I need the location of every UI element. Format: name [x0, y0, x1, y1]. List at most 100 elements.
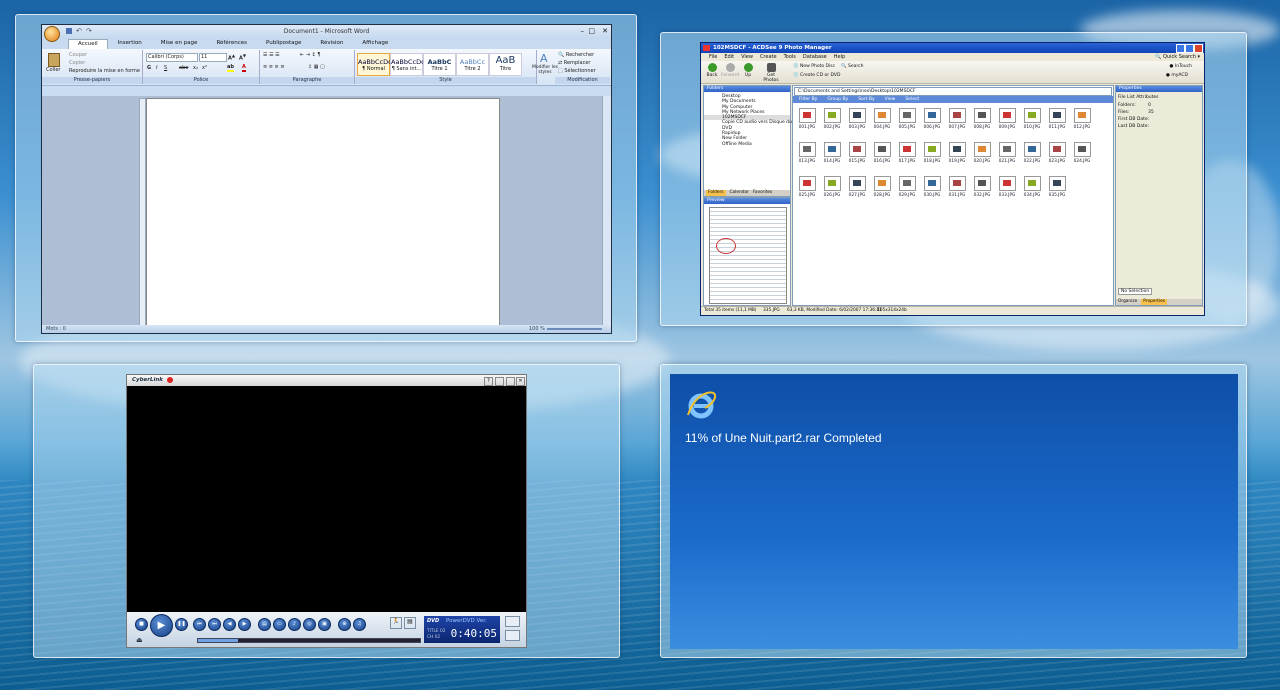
- maximize-button[interactable]: □: [588, 27, 595, 35]
- help-button[interactable]: ?: [484, 377, 493, 386]
- thumbnail-item[interactable]: 003.JPG: [847, 108, 867, 130]
- tab-publipostage[interactable]: Publipostage: [257, 39, 310, 49]
- zoom-slider[interactable]: [547, 328, 602, 330]
- thumbnail-item[interactable]: 019.JPG: [947, 142, 967, 164]
- get-photos-button[interactable]: Get Photos: [759, 63, 783, 83]
- thumbnail-item[interactable]: 026.JPG: [822, 176, 842, 198]
- zoom-level[interactable]: 100 %: [529, 326, 545, 332]
- tab-accueil[interactable]: Accueil: [68, 39, 108, 49]
- eject-icon[interactable]: ⏏: [136, 636, 143, 644]
- select-button[interactable]: ⬚ Sélectionner: [558, 68, 596, 74]
- create-cd-button[interactable]: 💿 Create CD or DVD: [793, 73, 840, 78]
- italic-button[interactable]: I: [156, 65, 157, 71]
- thumbnail-item[interactable]: 006.JPG: [922, 108, 942, 130]
- maximize-button[interactable]: [506, 377, 515, 386]
- no-selection-tab[interactable]: No Selection: [1118, 288, 1153, 295]
- forward-button[interactable]: Forward: [721, 63, 739, 78]
- replace-button[interactable]: ⇄ Remplacer: [558, 60, 591, 66]
- select-button[interactable]: Select: [905, 96, 919, 103]
- close-button[interactable]: ✕: [602, 27, 608, 35]
- pause-button[interactable]: ❚❚: [175, 618, 188, 631]
- maximize-button[interactable]: [1185, 44, 1194, 53]
- thumbnail-item[interactable]: 004.JPG: [872, 108, 892, 130]
- video-area[interactable]: [127, 386, 526, 612]
- menu-tools[interactable]: Tools: [784, 53, 796, 61]
- bullets-button[interactable]: ☰ ☰ ☰: [263, 52, 280, 58]
- font-size-select[interactable]: 11: [199, 53, 227, 62]
- minimize-button[interactable]: –: [581, 27, 585, 35]
- tab-mise-en-page[interactable]: Mise en page: [152, 39, 207, 49]
- word-window[interactable]: ↶ ↷ Document1 - Microsoft Word – □ ✕ Acc…: [41, 24, 612, 334]
- indent-buttons[interactable]: ⇤ ⇥ ↕ ¶: [300, 52, 321, 58]
- style-heading2[interactable]: AaBbCc Titre 2: [456, 53, 489, 76]
- subscript-button[interactable]: x₂: [193, 65, 198, 71]
- myacd-button[interactable]: ● myACD: [1166, 73, 1188, 78]
- thumbnail-item[interactable]: 035.JPG: [1047, 176, 1067, 198]
- audio-button[interactable]: ♪: [288, 618, 301, 631]
- thumbnail-item[interactable]: 030.JPG: [922, 176, 942, 198]
- acdsee-window[interactable]: 102MSDCF - ACDSee 9 Photo Manager File E…: [700, 42, 1205, 316]
- power-button[interactable]: [505, 630, 520, 641]
- highlight-button[interactable]: ab: [227, 64, 234, 72]
- superscript-button[interactable]: x²: [202, 65, 207, 71]
- next-button[interactable]: ⏭: [208, 618, 221, 631]
- close-button[interactable]: ✕: [516, 377, 525, 386]
- thumbnail-item[interactable]: 028.JPG: [872, 176, 892, 198]
- thumbnail-item[interactable]: 027.JPG: [847, 176, 867, 198]
- grow-font-button[interactable]: A▲: [228, 53, 235, 62]
- previous-button[interactable]: ⏮: [193, 618, 206, 631]
- intouch-button[interactable]: ● InTouch: [1170, 64, 1192, 69]
- thumbnail-item[interactable]: 033.JPG: [997, 176, 1017, 198]
- thumbnail-item[interactable]: 020.JPG: [972, 142, 992, 164]
- menu-database[interactable]: Database: [803, 53, 827, 61]
- rewind-button[interactable]: ◀: [223, 618, 236, 631]
- thumbnail-item[interactable]: 032.JPG: [972, 176, 992, 198]
- view-button[interactable]: View: [885, 96, 896, 103]
- menu-file[interactable]: File: [709, 53, 717, 61]
- thumbnail-item[interactable]: 023.JPG: [1047, 142, 1067, 164]
- thumbnail-item[interactable]: 007.JPG: [947, 108, 967, 130]
- volume-button[interactable]: ♫: [353, 618, 366, 631]
- ie-download-panel[interactable]: 11% of Une Nuit.part2.rar Completed: [670, 374, 1238, 649]
- font-color-button[interactable]: A: [242, 64, 246, 72]
- subtitle-button[interactable]: ▭: [273, 618, 286, 631]
- list-icon[interactable]: ▤: [404, 617, 416, 629]
- thumbnail-item[interactable]: 021.JPG: [997, 142, 1017, 164]
- capture-button[interactable]: ▣: [318, 618, 331, 631]
- thumbnail-item[interactable]: 002.JPG: [822, 108, 842, 130]
- tab-insertion[interactable]: Insertion: [109, 39, 151, 49]
- document-page[interactable]: [146, 98, 500, 327]
- cut-button[interactable]: Couper: [69, 52, 87, 58]
- thumbnail-item[interactable]: 005.JPG: [897, 108, 917, 130]
- thumbnail-item[interactable]: 009.JPG: [997, 108, 1017, 130]
- style-heading1[interactable]: AaBbC Titre 1: [423, 53, 456, 76]
- filter-by-button[interactable]: Filter By: [799, 96, 817, 103]
- menu-edit[interactable]: Edit: [724, 53, 734, 61]
- progress-track[interactable]: [197, 638, 421, 643]
- up-button[interactable]: Up: [739, 63, 757, 78]
- mode-button[interactable]: [505, 616, 520, 627]
- shrink-font-button[interactable]: A▼: [239, 53, 246, 62]
- zoom-button[interactable]: ⊕: [338, 618, 351, 631]
- thumbnail-item[interactable]: 025.JPG: [797, 176, 817, 198]
- thumbnail-item[interactable]: 022.JPG: [1022, 142, 1042, 164]
- vertical-scrollbar[interactable]: [602, 96, 611, 325]
- thumbnail-item[interactable]: 008.JPG: [972, 108, 992, 130]
- underline-button[interactable]: S: [164, 65, 167, 71]
- style-normal[interactable]: AaBbCcDc ¶ Normal: [357, 53, 392, 76]
- thumbnail-item[interactable]: 015.JPG: [847, 142, 867, 164]
- thumbnail-item[interactable]: 001.JPG: [797, 108, 817, 130]
- sort-by-button[interactable]: Sort By: [858, 96, 874, 103]
- forward-button[interactable]: ▶: [238, 618, 251, 631]
- thumbnail-item[interactable]: 018.JPG: [922, 142, 942, 164]
- close-button[interactable]: [1194, 44, 1203, 53]
- path-bar[interactable]: C:\Documents and Settings\neo\Desktop\10…: [794, 87, 1112, 96]
- new-photo-disc-button[interactable]: 💿 New Photo Disc: [793, 64, 835, 69]
- thumbnail-item[interactable]: 011.JPG: [1047, 108, 1067, 130]
- powerdvd-window[interactable]: CyberLink ? ✕ ■ ▶ ❚❚ ⏮ ⏭ ◀ ▶ ▤ ▭ ♪ ◎ ▣ ⊕…: [126, 374, 527, 648]
- thumbnail-item[interactable]: 012.JPG: [1072, 108, 1092, 130]
- thumbnail-item[interactable]: 013.JPG: [797, 142, 817, 164]
- tree-item-offline-media[interactable]: Offline Media: [704, 142, 790, 147]
- thumbnail-item[interactable]: 017.JPG: [897, 142, 917, 164]
- tab-references[interactable]: Références: [207, 39, 256, 49]
